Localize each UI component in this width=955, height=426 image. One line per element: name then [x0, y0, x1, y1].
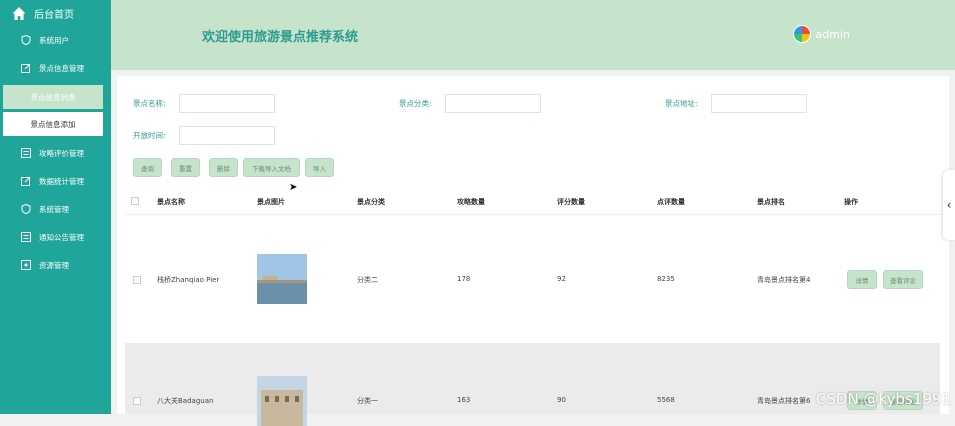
sidebar-item-system-users[interactable]: 系统用户 [0, 26, 111, 54]
table-row[interactable]: 栈桥Zhanqiao Pier 分类二 178 92 8235 青岛景点排名第4… [125, 215, 940, 342]
header: 欢迎使用旅游景点推荐系统 admin [111, 0, 955, 70]
row-checkbox[interactable] [133, 397, 141, 405]
sidebar-sub-item-label: 景点信息列表 [30, 92, 76, 102]
cell-reviews: 5568 [657, 396, 675, 404]
gear-icon [21, 260, 31, 270]
filter-open-time-input[interactable] [179, 126, 275, 145]
sidebar-item-scenic-info[interactable]: 景点信息管理 [0, 54, 111, 82]
sidebar-item-home[interactable]: 后台首页 [0, 0, 111, 26]
sidebar-item-statistics[interactable]: 数据统计管理 [0, 167, 111, 195]
sidebar-item-label: 通知公告管理 [39, 232, 84, 242]
filter-category-label: 景点分类: [399, 99, 432, 108]
sidebar-item-label: 资源管理 [39, 260, 69, 270]
cell-ratings: 90 [557, 396, 566, 404]
column-header: 攻略数量 [457, 198, 485, 206]
table-icon [21, 148, 31, 158]
sidebar-item-notices[interactable]: 通知公告管理 [0, 223, 111, 251]
sidebar-sub-item-label: 景点信息添加 [30, 119, 76, 129]
filter-address-label: 景点地址: [665, 99, 698, 108]
scenic-thumbnail [257, 376, 307, 426]
filter-address-input[interactable] [711, 94, 807, 113]
cell-category: 分类一 [357, 397, 378, 405]
cell-rank: 青岛景点排名第6 [757, 397, 811, 405]
sidebar-item-system-management[interactable]: 系统管理 [0, 195, 111, 223]
edit-icon [21, 176, 31, 186]
main-panel: 景点名称: 景点分类: 景点地址: 开放时间: 查询 重置 删除 下载导入文档 … [117, 76, 949, 426]
sidebar-item-label: 系统用户 [39, 35, 69, 45]
download-template-button[interactable]: 下载导入文档 [243, 158, 300, 177]
cell-name: 八大关Badaguan [157, 397, 214, 405]
chevron-left-icon: ‹ [946, 198, 952, 212]
watermark: CSDN @kybs1991 [815, 390, 951, 408]
table-icon [21, 232, 31, 242]
view-reviews-button[interactable]: 查看评论 [883, 270, 923, 289]
detail-button[interactable]: 详情 [847, 270, 877, 289]
shield-icon [21, 35, 31, 45]
avatar [792, 25, 811, 43]
filter-name-label: 景点名称: [133, 99, 166, 108]
cell-guides: 178 [457, 275, 471, 283]
cell-name: 栈桥Zhanqiao Pier [157, 276, 220, 284]
sidebar-item-label: 系统管理 [39, 204, 69, 214]
select-all-checkbox[interactable] [131, 197, 139, 205]
cell-rank: 青岛景点排名第4 [757, 276, 811, 284]
cell-category: 分类二 [357, 276, 378, 284]
cell-reviews: 8235 [657, 275, 675, 283]
column-header: 操作 [844, 198, 858, 206]
edit-icon [21, 63, 31, 73]
mouse-cursor-icon: ➤ [289, 182, 298, 193]
table-header: 景点名称 景点图片 景点分类 攻略数量 评分数量 点评数量 景点排名 操作 [125, 188, 940, 214]
column-header: 景点排名 [757, 198, 785, 206]
sidebar-item-label: 数据统计管理 [39, 176, 84, 186]
import-button[interactable]: 导入 [305, 158, 334, 177]
delete-button[interactable]: 删除 [209, 158, 238, 177]
page-title: 欢迎使用旅游景点推荐系统 [202, 30, 359, 45]
column-header: 景点名称 [157, 198, 185, 206]
sidebar-item-label: 攻略评价管理 [39, 148, 84, 158]
sidebar-item-label: 景点信息管理 [39, 63, 84, 73]
sidebar-item-label: 后台首页 [34, 9, 74, 21]
sidebar: 后台首页 系统用户 景点信息管理 景点信息列表 景点信息添加 攻略评价管理 数据… [0, 0, 111, 414]
filter-name-input[interactable] [179, 94, 275, 113]
sidebar-item-resources[interactable]: 资源管理 [0, 251, 111, 279]
sidebar-item-guide-reviews[interactable]: 攻略评价管理 [0, 139, 111, 167]
column-header: 景点分类 [357, 198, 385, 206]
column-header: 景点图片 [257, 198, 285, 206]
sidebar-sub-item-scenic-list[interactable]: 景点信息列表 [3, 85, 103, 109]
user-name: admin [815, 27, 850, 41]
column-header: 评分数量 [557, 198, 585, 206]
shield-icon [21, 204, 31, 214]
cell-ratings: 92 [557, 275, 566, 283]
user-menu[interactable]: admin [792, 25, 850, 43]
search-button[interactable]: 查询 [133, 158, 162, 177]
row-checkbox[interactable] [133, 276, 141, 284]
reset-button[interactable]: 重置 [171, 158, 200, 177]
home-icon [12, 6, 26, 20]
filter-category-input[interactable] [445, 94, 541, 113]
scenic-thumbnail [257, 254, 307, 304]
collapse-toggle[interactable]: ‹ [943, 170, 955, 240]
sidebar-sub-item-scenic-add[interactable]: 景点信息添加 [3, 112, 103, 136]
cell-guides: 163 [457, 396, 471, 404]
filter-open-time-label: 开放时间: [133, 131, 166, 140]
column-header: 点评数量 [657, 198, 685, 206]
